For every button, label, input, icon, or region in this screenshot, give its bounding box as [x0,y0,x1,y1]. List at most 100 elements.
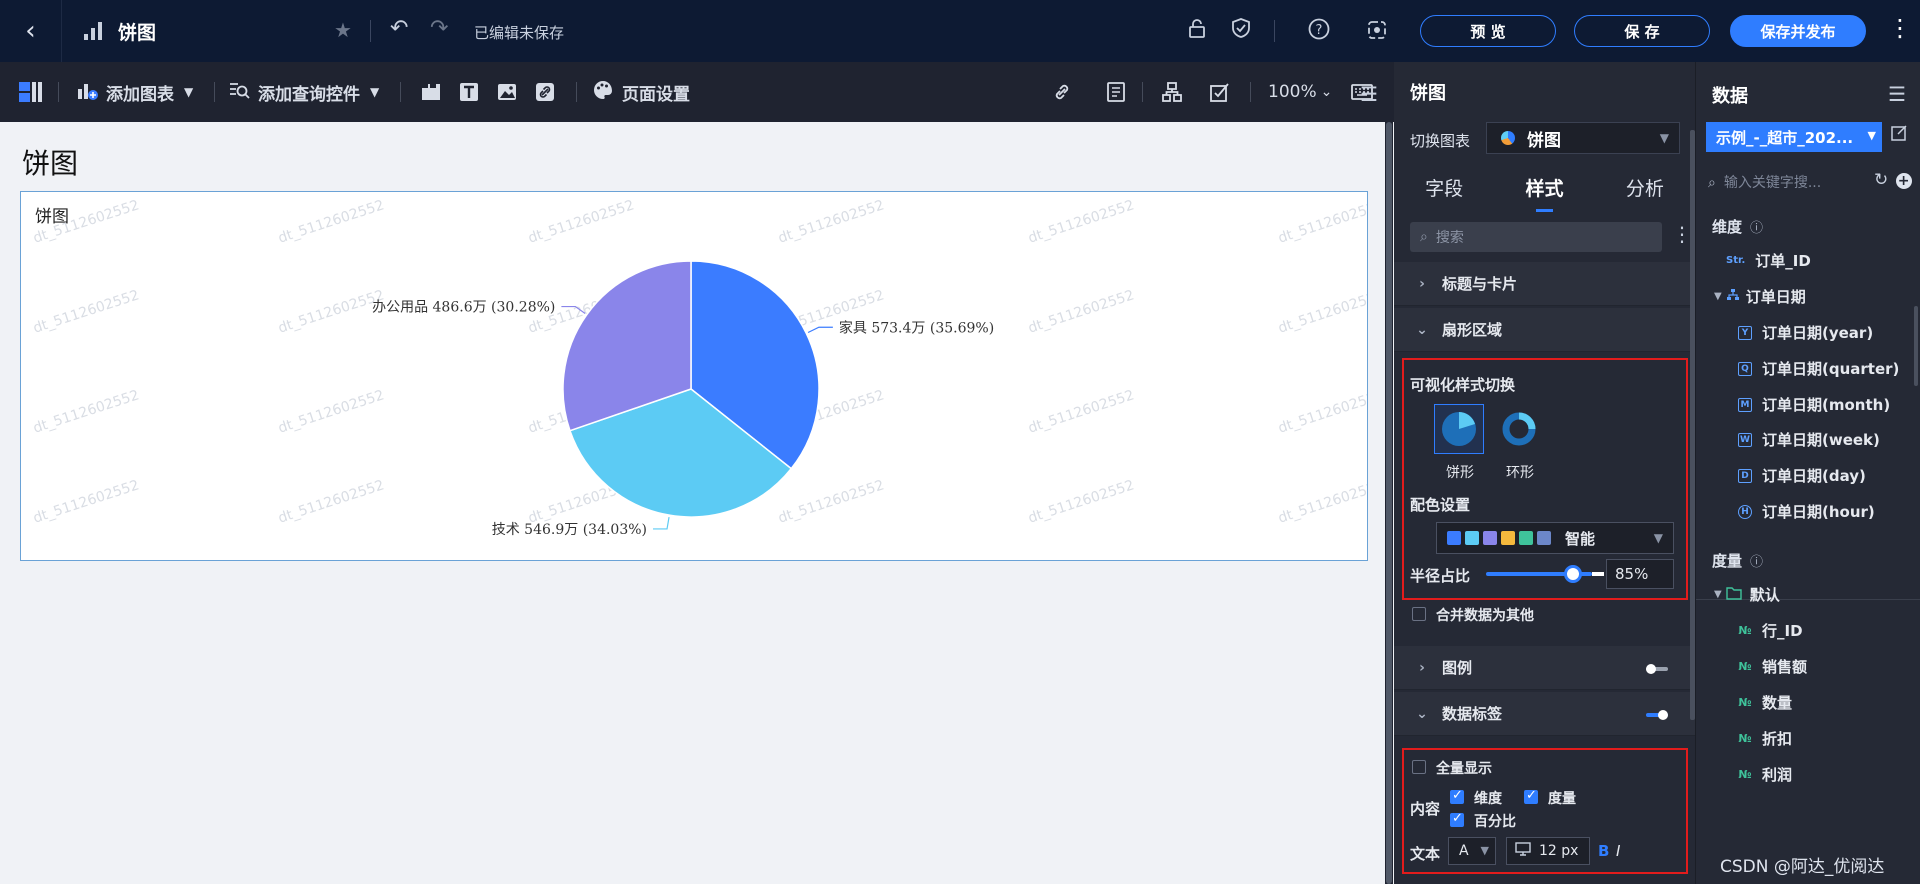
help-icon[interactable]: ? [1306,17,1332,43]
collapse-panel-icon[interactable]: ☰ [1360,82,1378,106]
show-all-checkbox[interactable] [1412,760,1426,774]
save-status: 已编辑未保存 [474,24,565,42]
checklist-icon[interactable] [1208,80,1232,104]
week-type-icon: W [1738,432,1752,447]
section-title-card[interactable]: › 标题与卡片 [1394,262,1695,306]
report-icon[interactable] [1104,80,1128,104]
legend-toggle[interactable] [1646,664,1668,674]
data-panel-scrollbar[interactable] [1914,306,1918,386]
merge-other-checkbox[interactable] [1412,607,1426,621]
footer-watermark: CSDN @阿达_优阅达 [1720,857,1885,877]
color-palette-select[interactable]: 智能 ▼ [1436,522,1674,554]
color-value: 智能 [1565,529,1596,548]
bold-button[interactable]: B [1598,842,1609,860]
zoom-select[interactable]: 100% ⌄ [1268,80,1332,104]
radius-label: 半径占比 [1410,567,1471,585]
measure-checkbox[interactable] [1524,788,1538,804]
dimension-field[interactable]: Q 订单日期(quarter) [1738,358,1899,379]
percent-checkbox[interactable] [1450,811,1464,827]
link-chart-icon[interactable] [1050,80,1074,104]
dashboard-title[interactable]: 饼图 [118,18,156,45]
image-icon[interactable] [496,80,518,104]
measure-folder[interactable]: ▼ 默认 [1714,584,1780,605]
font-size-input[interactable]: 12 px [1506,837,1590,865]
color-swatch [1537,531,1551,545]
radius-input[interactable]: 85% [1606,559,1674,589]
measure-field[interactable]: № 折扣 [1738,728,1792,749]
caret-down-icon: ▼ [1659,131,1669,145]
link-icon[interactable] [534,80,556,104]
string-type-icon: Str. [1726,255,1746,266]
back-icon[interactable]: ‹ [0,0,62,62]
star-icon[interactable]: ★ [334,18,352,42]
content-label: 内容 [1410,800,1441,818]
lock-icon[interactable] [1184,17,1210,43]
page-title: 饼图 [22,147,79,180]
more-vertical-icon[interactable]: ⋮ [1888,14,1912,42]
dimension-field[interactable]: Str. 订单_ID [1726,250,1811,271]
page-settings-button[interactable]: 页面设置 [592,79,690,106]
color-settings-label: 配色设置 [1410,496,1471,514]
field-search-input[interactable]: ⌕ 输入关键字搜... [1708,172,1821,192]
measure-field[interactable]: № 数量 [1738,692,1792,713]
year-type-icon: Y [1738,325,1752,340]
add-query-control-menu[interactable]: 添加查询控件 ▼ [228,80,379,105]
palette-icon [592,79,614,106]
dataset-select[interactable]: 示例_-_超市_202... ▼ [1706,122,1882,152]
page-settings-label: 页面设置 [622,84,690,105]
hour-type-icon: H [1738,504,1752,519]
more-vertical-icon[interactable]: ⋮ [1672,222,1692,246]
day-type-icon: D [1738,468,1752,483]
caret-down-icon: ▼ [1480,844,1489,857]
color-swatch [1447,531,1461,545]
canvas-scrollbar[interactable] [1385,122,1393,884]
data-label: 办公用品 486.6万 (30.28%) [372,300,555,316]
ai-assistant-icon[interactable] [1364,17,1390,43]
divider [1250,82,1251,102]
hierarchy-icon[interactable] [1160,80,1184,104]
tab-analysis[interactable]: 分析 [1595,160,1695,214]
text-icon[interactable] [458,80,480,104]
edit-dataset-icon[interactable] [1890,124,1908,147]
measure-field[interactable]: № 利润 [1738,764,1792,785]
dimension-field[interactable]: D 订单日期(day) [1738,465,1866,486]
add-chart-menu[interactable]: 添加图表 ▼ [76,80,193,105]
pie-chart-card[interactable]: 饼图 dt_5112602552 dt_5112602552 dt_51126025… [20,191,1368,561]
tab-fields[interactable]: 字段 [1394,160,1494,214]
add-field-icon[interactable]: + [1895,173,1912,189]
switch-chart-select[interactable]: 饼图 ▼ [1486,122,1680,154]
divider [1274,20,1275,42]
dimension-field[interactable]: W 订单日期(week) [1738,429,1880,450]
italic-button[interactable]: I [1616,842,1620,860]
measure-field[interactable]: № 行_ID [1738,620,1802,641]
dimension-group-header[interactable]: 维度 ⓘ [1712,216,1763,237]
shield-icon[interactable] [1228,17,1254,43]
layout-icon[interactable] [18,80,44,104]
radius-slider-handle[interactable] [1564,565,1582,583]
font-select[interactable]: A ▼ [1448,837,1496,865]
dimension-field[interactable]: Y 订单日期(year) [1738,322,1873,343]
dimension-field[interactable]: M 订单日期(month) [1738,394,1890,415]
dimension-field[interactable]: H 订单日期(hour) [1738,501,1875,522]
pie-style-option[interactable] [1434,404,1484,454]
redo-icon[interactable]: ↷ [430,16,448,41]
save-publish-button[interactable]: 保存并发布 [1730,15,1866,47]
ring-style-option[interactable] [1494,404,1544,454]
tab-container-icon[interactable] [420,80,442,104]
collapse-panel-icon[interactable]: ☰ [1888,82,1906,106]
switch-chart-label: 切换图表 [1410,132,1471,150]
dimension-folder[interactable]: ▼ 订单日期 [1714,286,1806,307]
measure-group-header[interactable]: 度量 ⓘ [1712,550,1763,571]
field-search-placeholder: 输入关键字搜... [1723,175,1822,191]
pie-chart-icon [1501,131,1515,145]
data-label-toggle[interactable] [1646,710,1668,720]
style-search-input[interactable]: ⌕ 搜索 [1410,222,1662,252]
undo-icon[interactable]: ↶ [390,16,408,41]
section-sector-area[interactable]: ⌄ 扇形区域 [1394,308,1695,352]
refresh-icon[interactable]: ↻ [1874,170,1888,190]
dimension-checkbox[interactable] [1450,788,1464,804]
tab-style[interactable]: 样式 [1494,160,1594,214]
info-icon: ⓘ [1750,555,1764,570]
show-all-label: 全量显示 [1436,761,1492,777]
measure-field[interactable]: № 销售额 [1738,656,1807,677]
